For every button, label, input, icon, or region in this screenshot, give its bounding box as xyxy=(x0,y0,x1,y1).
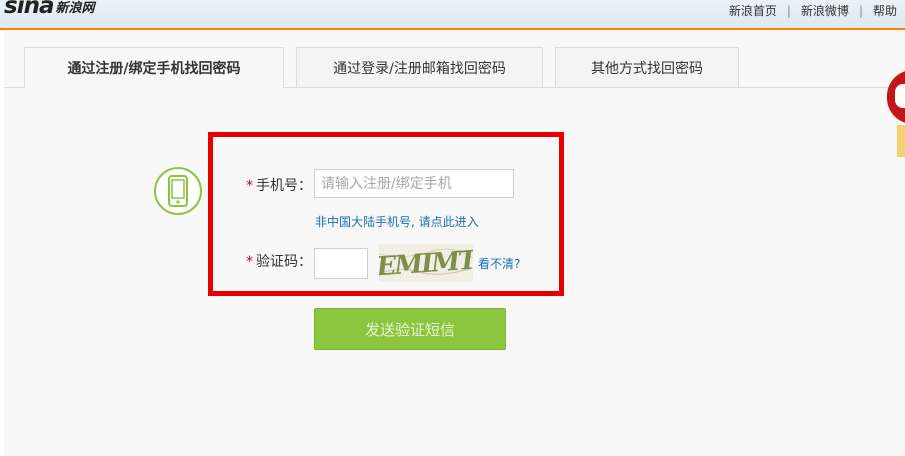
required-mark: * xyxy=(246,254,253,270)
code-label-text: 验证码： xyxy=(256,254,312,270)
code-label: * 验证码： xyxy=(246,251,312,271)
logo-cn: 新浪网 xyxy=(55,1,95,16)
tab-email-recovery[interactable]: 通过登录/注册邮箱找回密码 xyxy=(296,47,543,87)
captcha-image[interactable]: EMIMT xyxy=(379,244,473,282)
refresh-captcha-link[interactable]: 看不清? xyxy=(478,255,520,272)
mobile-phone-icon xyxy=(154,167,202,215)
tab-other-recovery[interactable]: 其他方式找回密码 xyxy=(555,47,739,87)
phone-label: * 手机号： xyxy=(246,175,312,195)
verification-code-input[interactable] xyxy=(314,248,368,279)
side-stripe xyxy=(897,125,905,157)
top-bar: sina 新浪网 新浪首页 | 新浪微博 | 帮助 xyxy=(0,0,905,30)
required-mark: * xyxy=(246,178,253,194)
logo-latin: sina xyxy=(4,0,54,19)
nav-sina-home-link[interactable]: 新浪首页 xyxy=(729,2,777,19)
nav-sina-weibo-link[interactable]: 新浪微博 xyxy=(801,2,849,19)
top-nav: 新浪首页 | 新浪微博 | 帮助 xyxy=(729,2,897,19)
captcha-text: EMIMT xyxy=(379,245,473,282)
tab-phone-recovery[interactable]: 通过注册/绑定手机找回密码 xyxy=(24,47,284,88)
intl-phone-link[interactable]: 非中国大陆手机号, 请点此进入 xyxy=(315,213,479,230)
nav-help-link[interactable]: 帮助 xyxy=(873,2,897,19)
send-sms-button[interactable]: 发送验证短信 xyxy=(314,308,506,350)
nav-separator: | xyxy=(786,3,791,18)
nav-separator: | xyxy=(858,3,863,18)
phone-label-text: 手机号： xyxy=(256,178,312,194)
sina-logo[interactable]: sina 新浪网 xyxy=(4,0,94,19)
phone-input[interactable] xyxy=(314,169,514,198)
